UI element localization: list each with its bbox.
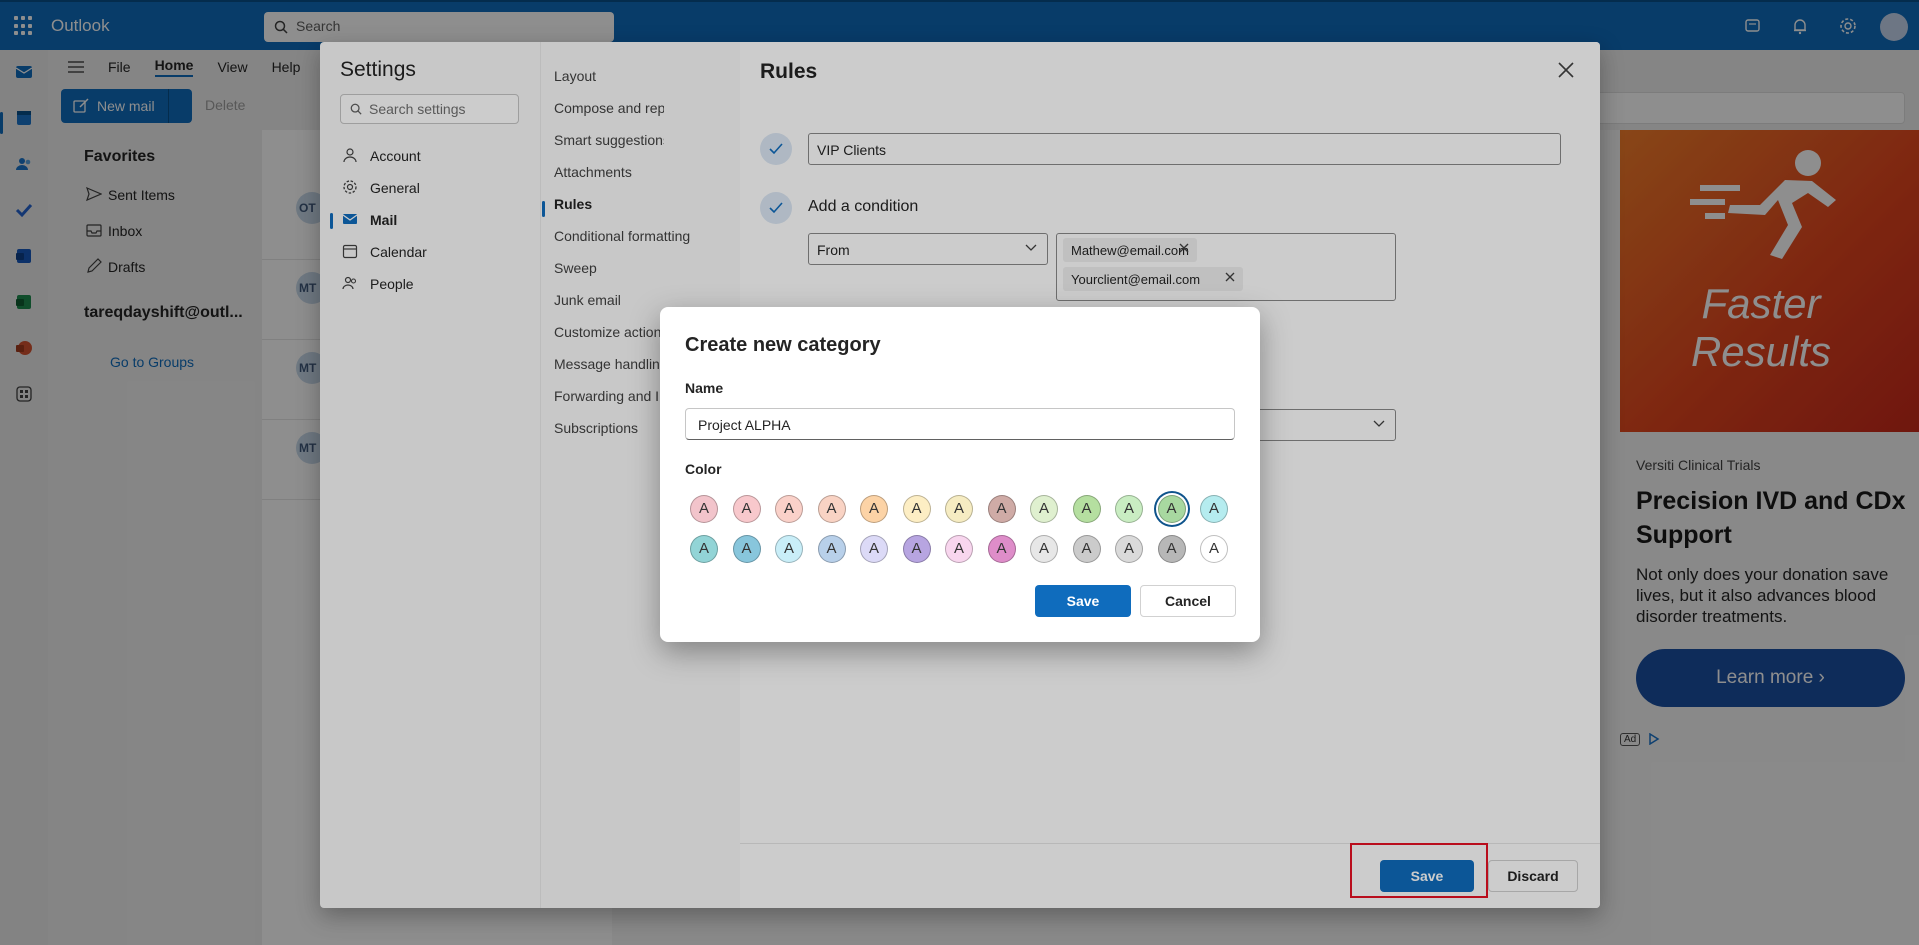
color-swatch[interactable]: A — [1157, 495, 1186, 523]
color-swatch[interactable]: A — [1200, 535, 1228, 563]
dialog-title: Create new category — [685, 334, 881, 356]
color-swatch[interactable]: A — [775, 535, 803, 563]
name-label: Name — [685, 380, 724, 396]
color-swatch[interactable]: A — [1200, 495, 1228, 523]
color-label: Color — [685, 461, 722, 477]
color-swatch[interactable]: A — [690, 535, 718, 563]
color-swatch[interactable]: A — [817, 495, 846, 523]
color-swatch[interactable]: A — [1115, 535, 1143, 563]
color-swatch[interactable]: A — [945, 535, 973, 563]
color-swatch[interactable]: A — [1030, 495, 1058, 523]
color-swatch[interactable]: A — [860, 495, 888, 523]
color-swatch[interactable]: A — [1072, 535, 1101, 563]
color-swatch[interactable]: A — [690, 495, 718, 523]
color-swatch[interactable]: A — [945, 495, 973, 523]
color-swatch[interactable]: A — [902, 495, 931, 523]
color-swatch[interactable]: A — [1030, 535, 1058, 563]
color-swatch[interactable]: A — [1157, 535, 1186, 563]
color-swatch[interactable]: A — [860, 535, 888, 563]
color-swatch[interactable]: A — [987, 495, 1016, 523]
dialog-save-button[interactable]: Save — [1035, 585, 1131, 617]
color-swatch[interactable]: A — [732, 535, 761, 563]
color-swatch[interactable]: A — [902, 535, 931, 563]
create-category-dialog: Create new category Name Project ALPHA C… — [660, 307, 1260, 642]
color-palette: AAAAAAAAAAAAAAAAAAAAAAAAAA — [690, 495, 1240, 563]
category-name-input[interactable]: Project ALPHA — [685, 408, 1235, 440]
color-swatch[interactable]: A — [987, 535, 1016, 563]
color-swatch[interactable]: A — [1072, 495, 1101, 523]
color-swatch[interactable]: A — [732, 495, 761, 523]
color-swatch[interactable]: A — [775, 495, 803, 523]
dialog-cancel-button[interactable]: Cancel — [1140, 585, 1236, 617]
color-swatch[interactable]: A — [1115, 495, 1143, 523]
color-swatch[interactable]: A — [817, 535, 846, 563]
